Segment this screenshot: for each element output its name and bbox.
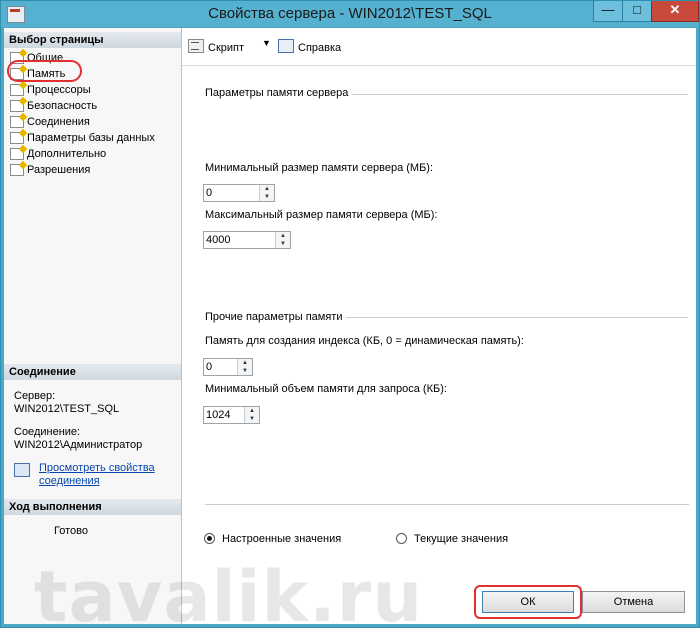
nav-item-label: Разрешения bbox=[27, 164, 91, 176]
nav-item-advanced[interactable]: Дополнительно bbox=[8, 146, 180, 162]
page-icon bbox=[10, 164, 24, 176]
script-label: Скрипт bbox=[208, 42, 245, 54]
nav-item-label: Безопасность bbox=[27, 100, 98, 112]
nav-item-label: Дополнительно bbox=[27, 148, 107, 160]
page-icon bbox=[10, 116, 24, 128]
script-dropdown-icon[interactable]: ▼ bbox=[262, 38, 271, 48]
script-button[interactable]: Скрипт bbox=[188, 39, 244, 55]
configured-values-label: Настроенные значения bbox=[222, 533, 342, 545]
separator bbox=[205, 504, 689, 505]
max-memory-spinner[interactable]: ▲▼ bbox=[203, 231, 291, 249]
connection-label: Соединение: bbox=[14, 426, 81, 438]
nav-item-connections[interactable]: Соединения bbox=[8, 114, 180, 130]
min-memory-label: Минимальный размер памяти сервера (МБ): bbox=[205, 162, 434, 174]
page-icon bbox=[10, 84, 24, 96]
server-properties-window: Свойства сервера - WIN2012\TEST_SQL — □ … bbox=[0, 0, 700, 638]
page-icon bbox=[10, 132, 24, 144]
right-pane: Скрипт ▼ Справка Параметры памяти сервер… bbox=[182, 28, 696, 624]
spin-down-icon[interactable]: ▼ bbox=[276, 240, 290, 248]
maximize-button[interactable]: □ bbox=[622, 1, 652, 22]
nav-item-permissions[interactable]: Разрешения bbox=[8, 162, 180, 178]
index-memory-label: Память для создания индекса (КБ, 0 = дин… bbox=[205, 335, 524, 347]
running-values-label: Текущие значения bbox=[414, 533, 509, 545]
memory-highlight-annotation bbox=[7, 60, 82, 82]
help-icon bbox=[278, 39, 294, 53]
running-values-radio[interactable]: Текущие значения bbox=[396, 531, 508, 547]
left-pane: Выбор страницы Общие Память Процессоры Б… bbox=[4, 28, 182, 624]
script-icon bbox=[188, 39, 204, 53]
nav-item-label: Процессоры bbox=[27, 84, 91, 96]
min-memory-input[interactable] bbox=[204, 185, 260, 201]
connection-value: WIN2012\Администратор bbox=[14, 439, 143, 451]
nav-item-database-settings[interactable]: Параметры базы данных bbox=[8, 130, 180, 146]
server-memory-group-title: Параметры памяти сервера bbox=[205, 87, 353, 99]
page-icon bbox=[10, 148, 24, 160]
server-value: WIN2012\TEST_SQL bbox=[14, 403, 120, 415]
min-memory-spinner[interactable]: ▲▼ bbox=[203, 184, 275, 202]
title-bar[interactable]: Свойства сервера - WIN2012\TEST_SQL — □ … bbox=[1, 1, 699, 27]
page-icon bbox=[10, 100, 24, 112]
minimize-button[interactable]: — bbox=[593, 1, 623, 22]
index-memory-input[interactable] bbox=[204, 359, 238, 375]
index-memory-spinner[interactable]: ▲▼ bbox=[203, 358, 253, 376]
radio-unselected-icon bbox=[396, 533, 407, 544]
server-label: Сервер: bbox=[14, 390, 56, 402]
spin-down-icon[interactable]: ▼ bbox=[245, 415, 259, 423]
configured-values-radio[interactable]: Настроенные значения bbox=[204, 531, 341, 547]
query-memory-spinner[interactable]: ▲▼ bbox=[203, 406, 260, 424]
connection-properties-icon bbox=[14, 463, 30, 477]
progress-status: Готово bbox=[54, 525, 88, 537]
close-button[interactable]: ✕ bbox=[651, 1, 699, 22]
cancel-button[interactable]: Отмена bbox=[582, 591, 685, 613]
spin-down-icon[interactable]: ▼ bbox=[238, 367, 252, 375]
toolbar: Скрипт ▼ Справка bbox=[182, 28, 696, 66]
progress-header: Ход выполнения bbox=[4, 499, 181, 515]
query-memory-label: Минимальный объем памяти для запроса (КБ… bbox=[205, 383, 447, 395]
other-memory-group-title: Прочие параметры памяти bbox=[205, 311, 347, 323]
max-memory-label: Максимальный размер памяти сервера (МБ): bbox=[205, 209, 438, 221]
dialog-client: Выбор страницы Общие Память Процессоры Б… bbox=[4, 28, 696, 638]
page-select-header: Выбор страницы bbox=[4, 32, 181, 48]
radio-selected-icon bbox=[204, 533, 215, 544]
dialog-button-bar: ОК Отмена bbox=[4, 579, 696, 624]
nav-item-processors[interactable]: Процессоры bbox=[8, 82, 180, 98]
max-memory-input[interactable] bbox=[204, 232, 276, 248]
query-memory-input[interactable] bbox=[204, 407, 246, 423]
connection-header: Соединение bbox=[4, 364, 181, 380]
ok-button[interactable]: ОК bbox=[482, 591, 574, 613]
connection-info: Сервер: WIN2012\TEST_SQL Соединение: WIN… bbox=[14, 390, 174, 452]
spin-down-icon[interactable]: ▼ bbox=[260, 193, 274, 201]
view-connection-properties-link[interactable]: Просмотреть свойства соединения bbox=[39, 462, 179, 488]
help-button[interactable]: Справка bbox=[278, 39, 341, 55]
nav-item-label: Соединения bbox=[27, 116, 90, 128]
help-label: Справка bbox=[298, 42, 342, 54]
nav-item-label: Параметры базы данных bbox=[27, 132, 155, 144]
nav-item-security[interactable]: Безопасность bbox=[8, 98, 180, 114]
